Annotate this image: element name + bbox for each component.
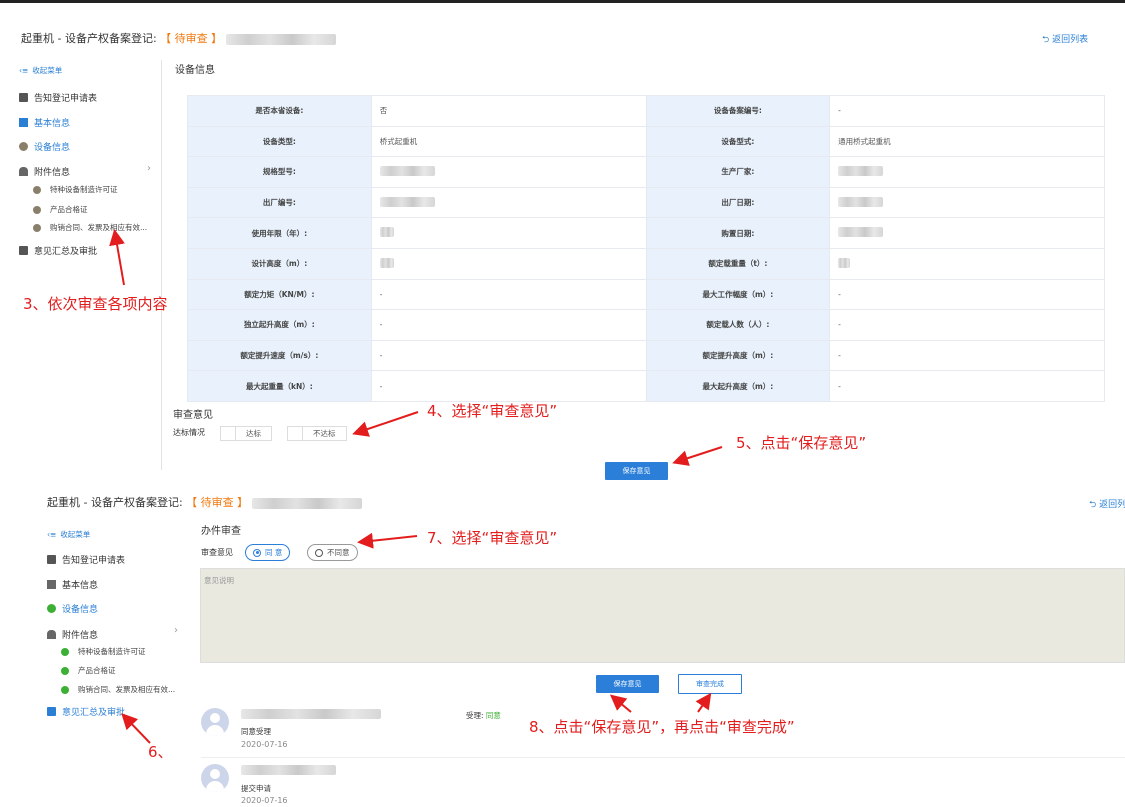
annotation-step-3: 3、依次审查各项内容 bbox=[23, 295, 168, 313]
annotation-step-4: 4、选择“审查意见” bbox=[427, 402, 558, 420]
arrow-3 bbox=[109, 229, 125, 286]
annotation-step-7: 7、选择“审查意见” bbox=[427, 529, 558, 547]
annotation-step-6: 6、 bbox=[148, 743, 173, 761]
annotation-step-8: 8、点击“保存意见”，再点击“审查完成” bbox=[529, 718, 795, 736]
arrow-8b bbox=[695, 692, 712, 713]
annotation-step-5: 5、点击“保存意见” bbox=[736, 434, 867, 452]
arrow-4 bbox=[352, 411, 419, 437]
arrow-8a bbox=[609, 694, 632, 713]
arrow-6 bbox=[121, 713, 151, 744]
arrow-5 bbox=[672, 446, 723, 466]
annotation-arrows bbox=[109, 229, 723, 744]
arrow-7 bbox=[357, 532, 418, 549]
